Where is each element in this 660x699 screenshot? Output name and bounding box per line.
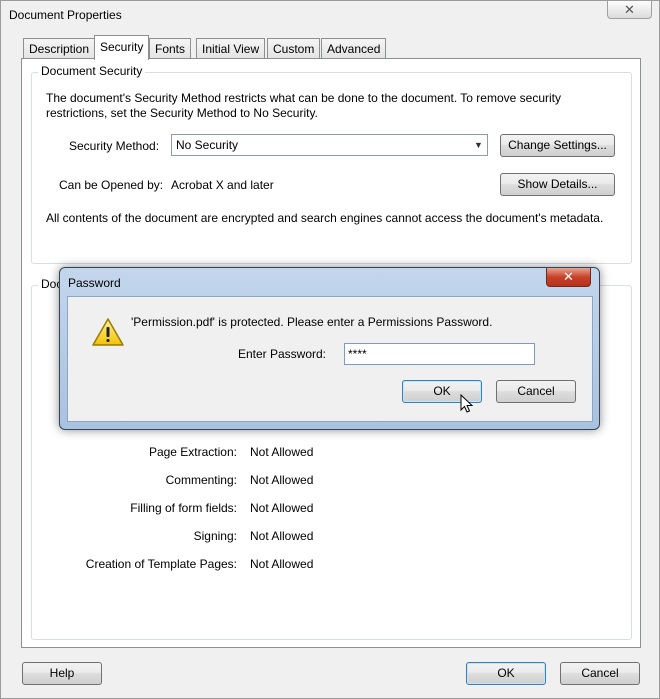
filling-form-fields-label: Filling of form fields: — [130, 501, 237, 515]
tab-fonts[interactable]: Fonts — [149, 38, 192, 59]
close-icon: ✕ — [563, 269, 574, 284]
tab-custom[interactable]: Custom — [267, 38, 321, 59]
security-method-select[interactable]: No Security ▼ — [171, 134, 488, 156]
password-input[interactable]: **** — [344, 343, 535, 365]
enter-password-label: Enter Password: — [237, 347, 326, 361]
opened-by-value: Acrobat X and later — [171, 178, 274, 192]
security-description: The document's Security Method restricts… — [46, 91, 561, 120]
signing-label: Signing: — [193, 529, 237, 543]
commenting-label: Commenting: — [165, 473, 237, 487]
tab-security[interactable]: Security — [94, 35, 150, 60]
page-extraction-label: Page Extraction: — [148, 445, 237, 459]
password-dialog-close-button[interactable]: ✕ — [546, 268, 591, 287]
password-dialog: Password ✕ 'Permission.pdf' is protected… — [59, 267, 600, 430]
help-button[interactable]: Help — [22, 662, 102, 685]
mouse-cursor-icon — [460, 394, 474, 413]
password-dialog-title: Password — [68, 276, 121, 290]
tab-advanced[interactable]: Advanced — [321, 38, 387, 59]
template-pages-label: Creation of Template Pages: — [85, 557, 237, 571]
warning-icon — [92, 318, 124, 346]
page-extraction-value: Not Allowed — [250, 445, 314, 459]
template-pages-value: Not Allowed — [250, 557, 314, 571]
window-title: Document Properties — [9, 8, 122, 22]
commenting-value: Not Allowed — [250, 473, 314, 487]
close-icon: ✕ — [624, 2, 635, 17]
password-message: 'Permission.pdf' is protected. Please en… — [131, 315, 493, 329]
ok-button[interactable]: OK — [466, 662, 546, 685]
window-close-button[interactable]: ✕ — [607, 1, 652, 19]
signing-value: Not Allowed — [250, 529, 314, 543]
security-method-label: Security Method: — [69, 139, 160, 153]
tab-description[interactable]: Description — [23, 38, 96, 59]
tab-initial-view[interactable]: Initial View — [196, 38, 266, 59]
cancel-button[interactable]: Cancel — [560, 662, 640, 685]
encryption-note: All contents of the document are encrypt… — [46, 211, 604, 225]
password-dialog-body: 'Permission.pdf' is protected. Please en… — [67, 296, 593, 422]
document-security-title: Document Security — [38, 64, 146, 78]
filling-form-fields-value: Not Allowed — [250, 501, 314, 515]
opened-by-label: Can be Opened by: — [59, 178, 164, 192]
show-details-button[interactable]: Show Details... — [500, 173, 615, 196]
password-cancel-button[interactable]: Cancel — [496, 380, 576, 403]
change-settings-button[interactable]: Change Settings... — [500, 134, 615, 157]
chevron-down-icon: ▼ — [474, 140, 483, 150]
security-method-value: No Security — [176, 138, 239, 152]
